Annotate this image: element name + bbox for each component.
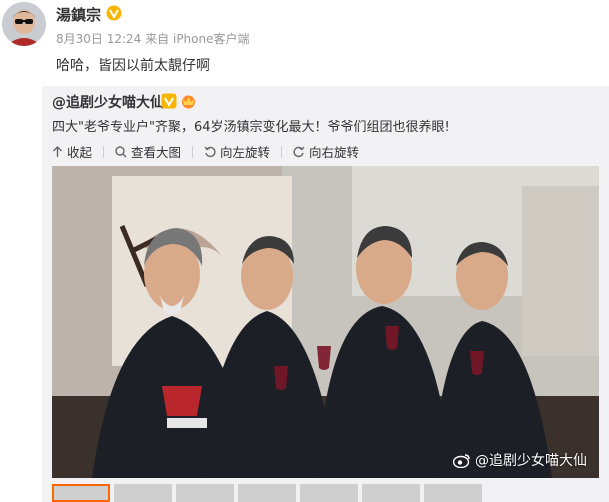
view-large-button[interactable]: 查看大图 — [115, 142, 181, 161]
rotate-right-label: 向右旋转 — [309, 145, 360, 160]
thumbnail[interactable] — [362, 484, 420, 502]
post-date[interactable]: 8月30日 12:24 — [56, 32, 141, 46]
photo-watermark: @追剧少女喵大仙 — [453, 450, 587, 470]
repost-block: @追剧少女喵大仙 四大"老爷专业户"齐聚，64岁汤镇宗变化最大！爷爷们组团也很养… — [42, 86, 609, 502]
thumbnail[interactable] — [176, 484, 234, 502]
thumbnail[interactable] — [52, 484, 110, 502]
view-large-label: 查看大图 — [131, 145, 182, 160]
thumbnail-strip — [52, 484, 482, 502]
rotate-left-label: 向左旋转 — [220, 145, 271, 160]
verified-icon — [106, 5, 122, 21]
repost-text: 四大"老爷专业户"齐聚，64岁汤镇宗变化最大！爷爷们组团也很养眼! — [52, 120, 450, 135]
zoom-icon — [115, 145, 127, 157]
watermark-text: @追剧少女喵大仙 — [475, 453, 587, 469]
vip-crown-icon — [182, 95, 195, 109]
repost-username[interactable]: @追剧少女喵大仙 — [52, 92, 164, 112]
divider — [281, 145, 283, 158]
source-prefix: 来自 — [145, 32, 170, 46]
thumbnail[interactable] — [300, 484, 358, 502]
post-photo[interactable]: @追剧少女喵大仙 — [52, 166, 599, 478]
divider — [103, 145, 105, 158]
rotate-right-button[interactable]: 向右旋转 — [293, 142, 359, 161]
thumbnail[interactable] — [424, 484, 482, 502]
avatar[interactable] — [2, 2, 46, 46]
divider — [192, 145, 194, 158]
post-username[interactable]: 湯鎮宗 — [56, 4, 101, 25]
weibo-logo-icon — [453, 453, 470, 468]
rotate-left-icon — [204, 146, 216, 157]
post-source[interactable]: iPhone客户端 — [173, 32, 250, 46]
post-meta: 8月30日 12:24 来自 iPhone客户端 — [56, 30, 250, 47]
rotate-right-icon — [293, 146, 305, 157]
thumbnail[interactable] — [238, 484, 296, 502]
verified-icon — [161, 93, 177, 109]
collapse-button[interactable]: 收起 — [52, 142, 92, 161]
rotate-left-button[interactable]: 向左旋转 — [204, 142, 270, 161]
collapse-icon — [53, 145, 62, 157]
collapse-label: 收起 — [67, 145, 93, 160]
post-text: 哈哈，皆因以前太靚仔啊 — [56, 58, 210, 74]
thumbnail[interactable] — [114, 484, 172, 502]
image-toolbar: 收起 查看大图 向左旋转 向右旋转 — [52, 142, 370, 161]
photo-image — [52, 166, 599, 478]
